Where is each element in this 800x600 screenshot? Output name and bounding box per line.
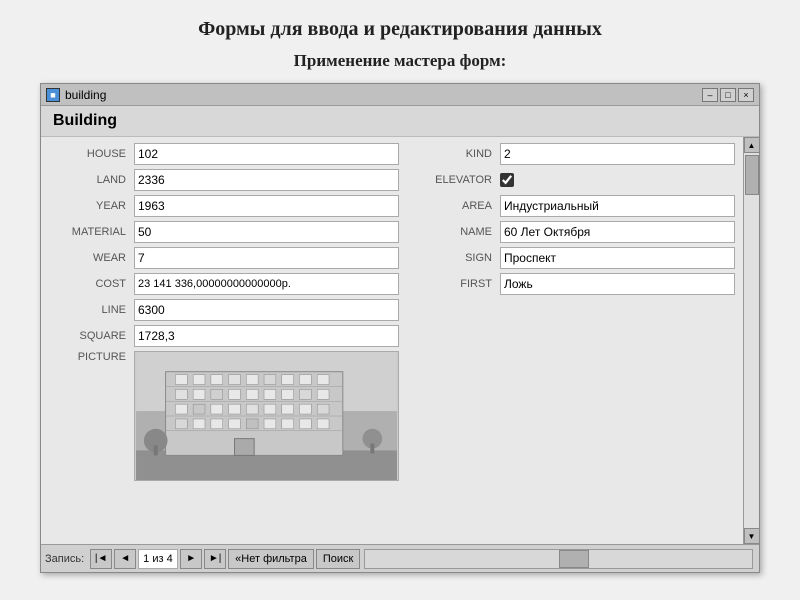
form-main: HOUSE LAND YEAR MATERIAL <box>41 137 743 544</box>
input-house[interactable] <box>134 143 399 165</box>
field-row-first: FIRST <box>407 271 743 297</box>
form-header: Building <box>41 106 759 137</box>
label-elevator: ELEVATOR <box>415 174 500 186</box>
field-row-material: MATERIAL <box>41 219 407 245</box>
label-square: SQUARE <box>49 330 134 342</box>
label-kind: KIND <box>415 148 500 160</box>
picture-box <box>134 351 399 481</box>
input-kind[interactable] <box>500 143 735 165</box>
field-row-name: NAME <box>407 219 743 245</box>
scroll-up-button[interactable]: ▲ <box>744 137 760 153</box>
label-first: FIRST <box>415 278 500 290</box>
input-sign[interactable] <box>500 247 735 269</box>
input-wear[interactable] <box>134 247 399 269</box>
nav-first-button[interactable]: |◄ <box>90 549 112 569</box>
filter-label: Нет фильтра <box>241 553 307 565</box>
page-title: Формы для ввода и редактирования данных <box>198 18 602 41</box>
input-year[interactable] <box>134 195 399 217</box>
label-line: LINE <box>49 304 134 316</box>
record-label: Запись: <box>45 553 84 565</box>
nav-last-button[interactable]: ►| <box>204 549 226 569</box>
field-row-house: HOUSE <box>41 141 407 167</box>
page: Формы для ввода и редактирования данных … <box>0 0 800 600</box>
input-material[interactable] <box>134 221 399 243</box>
label-wear: WEAR <box>49 252 134 264</box>
left-column: HOUSE LAND YEAR MATERIAL <box>41 141 407 483</box>
input-first[interactable] <box>500 273 735 295</box>
form-body: HOUSE LAND YEAR MATERIAL <box>41 137 759 544</box>
input-name[interactable] <box>500 221 735 243</box>
scroll-down-button[interactable]: ▼ <box>744 528 760 544</box>
scroll-thumb[interactable] <box>745 155 759 195</box>
field-row-cost: COST <box>41 271 407 297</box>
input-square[interactable] <box>134 325 399 347</box>
window-controls: – □ × <box>702 88 754 102</box>
label-land: LAND <box>49 174 134 186</box>
input-cost[interactable] <box>134 273 399 295</box>
field-row-square: SQUARE <box>41 323 407 349</box>
field-row-line: LINE <box>41 297 407 323</box>
hscroll-thumb[interactable] <box>559 550 589 568</box>
label-name: NAME <box>415 226 500 238</box>
label-year: YEAR <box>49 200 134 212</box>
page-subtitle: Применение мастера форм: <box>294 51 507 71</box>
fields-section: HOUSE LAND YEAR MATERIAL <box>41 141 743 483</box>
status-bar: Запись: |◄ ◄ 1 из 4 ► ►| « Нет фильтра П… <box>41 544 759 572</box>
window-title: building <box>65 88 702 102</box>
field-row-year: YEAR <box>41 193 407 219</box>
field-row-sign: SIGN <box>407 245 743 271</box>
label-sign: SIGN <box>415 252 500 264</box>
input-elevator[interactable] <box>500 173 514 187</box>
field-row-picture: PICTURE <box>41 349 407 483</box>
scroll-track[interactable] <box>744 153 759 528</box>
right-column: KIND ELEVATOR AREA NAME <box>407 141 743 483</box>
input-area[interactable] <box>500 195 735 217</box>
vertical-scrollbar[interactable]: ▲ ▼ <box>743 137 759 544</box>
title-bar: ■ building – □ × <box>41 84 759 106</box>
minimize-button[interactable]: – <box>702 88 718 102</box>
field-row-wear: WEAR <box>41 245 407 271</box>
label-picture: PICTURE <box>49 351 134 363</box>
field-row-area: AREA <box>407 193 743 219</box>
close-button[interactable]: × <box>738 88 754 102</box>
label-house: HOUSE <box>49 148 134 160</box>
input-land[interactable] <box>134 169 399 191</box>
field-row-elevator: ELEVATOR <box>407 167 743 193</box>
horizontal-scrollbar[interactable] <box>364 549 753 569</box>
input-line[interactable] <box>134 299 399 321</box>
nav-next-button[interactable]: ► <box>180 549 202 569</box>
label-area: AREA <box>415 200 500 212</box>
restore-button[interactable]: □ <box>720 88 736 102</box>
record-info: 1 из 4 <box>138 549 178 569</box>
search-button[interactable]: Поиск <box>316 549 360 569</box>
window-icon: ■ <box>46 88 60 102</box>
label-material: MATERIAL <box>49 226 134 238</box>
nav-prev-button[interactable]: ◄ <box>114 549 136 569</box>
filter-button[interactable]: « Нет фильтра <box>228 549 314 569</box>
building-image <box>135 352 398 480</box>
field-row-land: LAND <box>41 167 407 193</box>
field-row-kind: KIND <box>407 141 743 167</box>
app-window: ■ building – □ × Building HOUSE <box>40 83 760 573</box>
label-cost: COST <box>49 278 134 290</box>
